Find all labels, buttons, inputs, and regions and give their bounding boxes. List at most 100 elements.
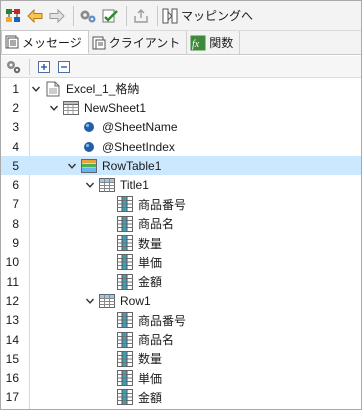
sheet-icon xyxy=(63,100,79,116)
column-icon xyxy=(117,254,133,271)
tree-row[interactable]: 5 RowTable1 xyxy=(1,156,361,176)
tree-settings-button[interactable] xyxy=(5,59,21,75)
tree-node-label: RowTable1 xyxy=(102,158,162,173)
tree-row[interactable]: 8 商品名 xyxy=(1,214,361,233)
tree-row[interactable]: 11 金額 xyxy=(1,272,361,291)
settings-button[interactable] xyxy=(78,5,98,27)
tree-row[interactable]: 7 商品番号 xyxy=(1,195,361,214)
tree-node-label: 金額 xyxy=(138,390,163,405)
go-to-mapping-button[interactable]: マッピングへ xyxy=(162,5,257,27)
tree-row[interactable]: 14 商品名 xyxy=(1,330,361,349)
column-icon xyxy=(117,273,133,290)
forward-button[interactable] xyxy=(47,5,67,27)
go-to-mapping-label: マッピングへ xyxy=(181,9,254,23)
tab-client[interactable]: クライアント xyxy=(89,31,188,54)
tree-node-label: @SheetName xyxy=(102,120,178,135)
tree-node-label: NewSheet1 xyxy=(84,100,147,115)
tree-row[interactable]: 15 数量 xyxy=(1,349,361,368)
toolbar-divider xyxy=(157,5,158,26)
chevron-down-icon[interactable] xyxy=(83,178,97,192)
table-icon xyxy=(99,293,115,309)
tree-node-label: Title1 xyxy=(120,178,149,193)
gears-icon xyxy=(80,10,96,22)
tab-function[interactable]: fx 関数 xyxy=(187,31,241,54)
arrow-left-icon xyxy=(27,8,43,23)
column-icon xyxy=(117,389,133,406)
tree-node-label: 単価 xyxy=(138,371,163,386)
line-number: 12 xyxy=(5,293,19,308)
line-number: 1 xyxy=(12,81,19,96)
table-icon xyxy=(99,177,115,193)
line-number: 13 xyxy=(5,313,19,328)
tree-toolbar xyxy=(1,56,361,78)
attribute-icon xyxy=(81,119,97,135)
column-icon xyxy=(117,235,133,252)
chevron-down-icon[interactable] xyxy=(83,294,97,308)
tree-row[interactable]: 10 単価 xyxy=(1,253,361,272)
collapse-all-button[interactable] xyxy=(56,59,72,75)
tree-row[interactable]: 17 金額 xyxy=(1,388,361,407)
message-icon xyxy=(5,35,19,49)
client-icon xyxy=(92,36,106,50)
gears-icon xyxy=(7,60,21,73)
toolbar-divider xyxy=(73,5,74,26)
attribute-icon xyxy=(81,139,97,155)
line-number: 9 xyxy=(12,236,19,251)
tree-row[interactable]: 9 数量 xyxy=(1,233,361,252)
validate-button[interactable] xyxy=(100,5,120,27)
line-number: 5 xyxy=(12,158,19,173)
line-number: 17 xyxy=(5,390,19,405)
tree-row[interactable]: 2 NewSheet1 xyxy=(1,98,361,117)
column-icon xyxy=(117,215,133,232)
toolbar-divider xyxy=(29,58,30,75)
message-tree: 1 Excel_1_格納 2 NewSheet1 3 @SheetName 4 @SheetI… xyxy=(1,79,361,407)
chevron-down-icon[interactable] xyxy=(47,101,61,115)
line-number: 11 xyxy=(6,274,19,289)
tree-structure-icon xyxy=(6,8,20,22)
tree-node-label: 商品番号 xyxy=(138,197,187,212)
tree-row[interactable]: 12 Row1 xyxy=(1,291,361,310)
tree-structure-button[interactable] xyxy=(3,5,23,27)
mapping-icon xyxy=(162,8,178,23)
tree-row[interactable]: 1 Excel_1_格納 xyxy=(1,79,361,98)
tree-row[interactable]: 3 @SheetName xyxy=(1,118,361,137)
expand-all-button[interactable] xyxy=(36,59,52,75)
tree-row[interactable]: 4 @SheetIndex xyxy=(1,137,361,156)
main-toolbar: マッピングへ xyxy=(1,1,361,31)
tree-row[interactable]: 16 単価 xyxy=(1,368,361,387)
document-icon xyxy=(45,81,61,97)
tab-message[interactable]: メッセージ xyxy=(1,30,89,54)
column-icon xyxy=(117,350,133,367)
chevron-down-icon[interactable] xyxy=(29,82,43,96)
tab-bar: メッセージ クライアント fx 関数 xyxy=(1,30,361,55)
tree-node-label: @SheetIndex xyxy=(102,139,175,154)
export-button[interactable] xyxy=(131,5,151,27)
arrow-right-icon xyxy=(49,8,65,23)
tab-function-label: 関数 xyxy=(209,36,234,50)
tree-row[interactable]: 13 商品番号 xyxy=(1,311,361,330)
back-button[interactable] xyxy=(25,5,45,27)
line-number: 6 xyxy=(12,178,19,193)
tree-node-label: 商品名 xyxy=(138,333,175,347)
chevron-down-icon[interactable] xyxy=(65,159,79,173)
column-icon xyxy=(117,331,133,348)
tree-row[interactable]: 6 Title1 xyxy=(1,175,361,194)
